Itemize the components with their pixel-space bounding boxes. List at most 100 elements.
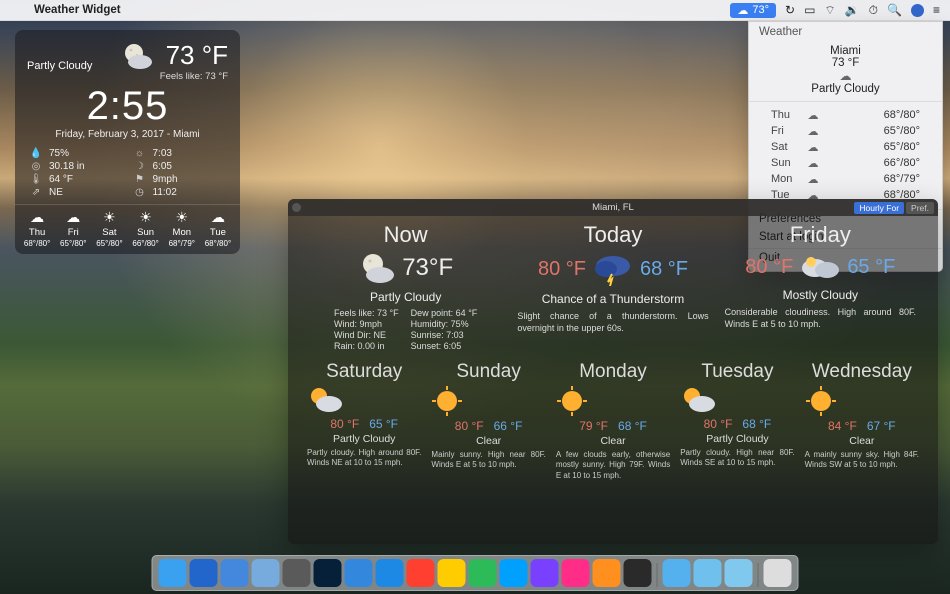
- widget-date: Friday, February 3, 2017 - Miami: [15, 129, 240, 140]
- tab-pref[interactable]: Pref.: [906, 202, 934, 214]
- day-condition: Partly Cloudy: [307, 433, 421, 445]
- day-name: Monday: [556, 361, 670, 383]
- dropdown-city: Miami: [759, 45, 932, 57]
- dropdown-temp: 73 °F: [759, 57, 932, 69]
- widget-wind-dir: NE: [49, 187, 63, 198]
- desktop-weather-widget[interactable]: Partly Cloudy 73 °F Feels like: 73 °F 2:…: [15, 30, 240, 254]
- widget-condition: Partly Cloudy: [27, 40, 120, 72]
- clock-icon[interactable]: ⏱: [869, 3, 878, 18]
- dock-app-icon[interactable]: [252, 559, 280, 587]
- dock-app-icon[interactable]: [694, 559, 722, 587]
- friday-column: Friday 80 °F 65 °F Mostly Cloudy Conside…: [717, 222, 924, 351]
- forecast-window[interactable]: Miami, FL Hourly For Pref. Now 73°F Part…: [288, 199, 938, 544]
- widget-wind: 9mph: [153, 174, 178, 185]
- today-high: 80 °F: [538, 258, 586, 281]
- day-name: Sunday: [431, 361, 545, 383]
- dock-app-icon[interactable]: [159, 559, 187, 587]
- widget-sunset: 6:05: [153, 161, 172, 172]
- weather-icon: [307, 385, 421, 415]
- user-icon[interactable]: [911, 4, 924, 17]
- widget-mini-day: ☀Sat65°/80°: [91, 209, 127, 248]
- widget-mini-day: ☀Sun66°/80°: [128, 209, 164, 248]
- friday-desc: Considerable cloudiness. High around 80F…: [723, 306, 918, 330]
- thunderstorm-icon: [592, 252, 634, 286]
- wind-icon: ⚑: [133, 174, 147, 185]
- dock-app-icon[interactable]: [593, 559, 621, 587]
- widget-mini-day: ☁Fri65°/80°: [55, 209, 91, 248]
- now-detail: Rain: 0.00 in: [334, 341, 399, 351]
- dock-app-icon[interactable]: [725, 559, 753, 587]
- pressure-icon: ◎: [29, 161, 43, 172]
- dock-app-icon[interactable]: [283, 559, 311, 587]
- dropdown-forecast-list: Thu☁68°/80°Fri☁65°/80°Sat☁65°/80°Sun☁66°…: [749, 102, 942, 210]
- dock-app-icon[interactable]: [190, 559, 218, 587]
- widget-dewpoint: 64 °F: [49, 174, 73, 185]
- menubar-temp: 73°: [752, 4, 769, 16]
- day-low: 65 °F: [369, 417, 398, 431]
- widget-sunrise: 7:03: [153, 148, 172, 159]
- timemachine-icon[interactable]: ↻: [785, 3, 795, 17]
- dock-app-icon[interactable]: [345, 559, 373, 587]
- now-detail: Humidity: 75%: [411, 319, 478, 329]
- day-high: 80 °F: [330, 417, 359, 431]
- dock-app-icon[interactable]: [376, 559, 404, 587]
- weather-icon: [680, 385, 794, 415]
- friday-low: 65 °F: [847, 256, 895, 279]
- day-condition: Clear: [805, 435, 919, 447]
- forecast-day-column: Tuesday80 °F 68 °FPartly CloudyPartly cl…: [675, 361, 799, 481]
- day-name: Saturday: [307, 361, 421, 383]
- app-menu-name[interactable]: Weather Widget: [28, 4, 127, 16]
- now-title: Now: [308, 222, 503, 248]
- widget-temp: 73 °F: [160, 40, 228, 71]
- forecast-week-row: Saturday 80 °F 65 °F Partly Cloudy Partly c…: [288, 355, 938, 491]
- dock-app-icon[interactable]: [469, 559, 497, 587]
- display-icon[interactable]: ▭: [804, 3, 815, 17]
- volume-icon[interactable]: 🔉: [845, 3, 860, 17]
- now-column: Now 73°F Partly Cloudy Feels like: 73 °F…: [302, 222, 509, 351]
- day-desc: Partly cloudy. High near 80F. Winds SE a…: [680, 448, 794, 469]
- today-column: Today 80 °F 68 °F Chance of a Thundersto…: [509, 222, 716, 351]
- day-name: Wednesday: [805, 361, 919, 383]
- widget-time2: 11:02: [153, 187, 177, 198]
- sunrise-icon: ☼: [133, 148, 147, 159]
- forecast-titlebar[interactable]: Miami, FL Hourly For Pref.: [288, 199, 938, 216]
- dock-app-icon[interactable]: [438, 559, 466, 587]
- friday-high: 80 °F: [745, 256, 793, 279]
- cloud-icon: ☁: [759, 69, 932, 83]
- dock-app-icon[interactable]: [624, 559, 652, 587]
- wifi-icon[interactable]: ⌔: [824, 3, 835, 18]
- spotlight-icon[interactable]: 🔍: [887, 3, 902, 17]
- dropdown-forecast-row: Fri☁65°/80°: [759, 123, 932, 139]
- now-detail: Dew point: 64 °F: [411, 308, 478, 318]
- dock[interactable]: [152, 555, 799, 591]
- cloud-icon: ☁: [737, 4, 748, 17]
- friday-condition: Mostly Cloudy: [723, 288, 918, 302]
- now-detail: Wind: 9mph: [334, 319, 399, 329]
- menubar-weather-item[interactable]: ☁ 73°: [730, 3, 776, 18]
- now-detail: Wind Dir: NE: [334, 330, 399, 340]
- dock-app-icon[interactable]: [764, 559, 792, 587]
- dock-app-icon[interactable]: [500, 559, 528, 587]
- day-high: 84 °F: [828, 419, 857, 433]
- forecast-day-column: Sunday80 °F 66 °FClearMainly sunny. High…: [426, 361, 550, 481]
- dock-app-icon[interactable]: [407, 559, 435, 587]
- tab-hourly[interactable]: Hourly For: [854, 202, 904, 214]
- now-condition: Partly Cloudy: [308, 290, 503, 304]
- dock-app-icon[interactable]: [531, 559, 559, 587]
- day-high: 80 °F: [704, 417, 733, 431]
- dock-app-icon[interactable]: [562, 559, 590, 587]
- today-low: 68 °F: [640, 258, 688, 281]
- menubar: Weather Widget ☁ 73° ↻ ▭ ⌔ 🔉 ⏱ 🔍 ≡: [0, 0, 950, 21]
- humidity-icon: 💧: [29, 148, 43, 159]
- today-desc: Slight chance of a thunderstorm. Lows ov…: [515, 310, 710, 334]
- notification-center-icon[interactable]: ≡: [933, 3, 940, 17]
- forecast-day-column: Wednesday84 °F 67 °FClearA mainly sunny …: [800, 361, 924, 481]
- dock-app-icon[interactable]: [663, 559, 691, 587]
- forecast-location: Miami, FL: [288, 202, 938, 213]
- dock-app-icon[interactable]: [314, 559, 342, 587]
- day-desc: Mainly sunny. High near 80F. Winds E at …: [431, 450, 545, 471]
- day-desc: Partly cloudy. High around 80F. Winds NE…: [307, 448, 421, 469]
- now-detail: Feels like: 73 °F: [334, 308, 399, 318]
- dropdown-forecast-row: Thu☁68°/80°: [759, 107, 932, 123]
- dock-app-icon[interactable]: [221, 559, 249, 587]
